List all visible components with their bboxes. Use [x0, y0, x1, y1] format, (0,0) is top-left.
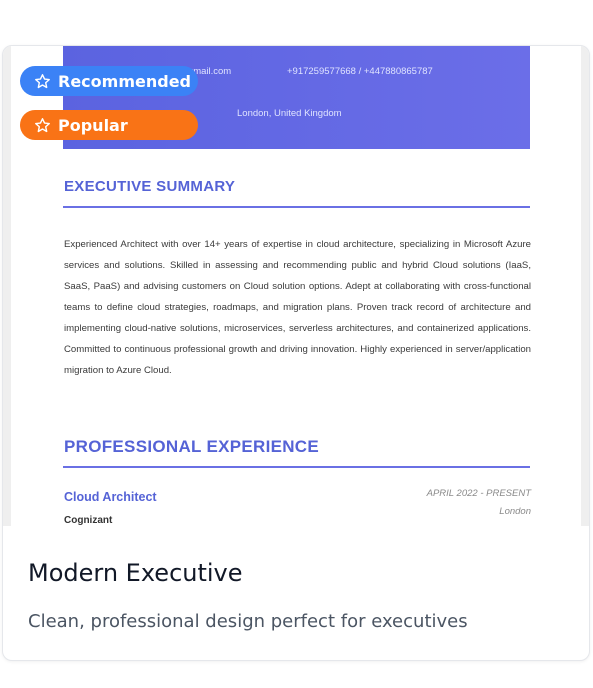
experience-divider — [63, 466, 530, 468]
resume-location: London, United Kingdom — [237, 108, 342, 119]
star-icon — [35, 73, 50, 88]
job-company: Cognizant — [64, 515, 113, 526]
summary-text: Experienced Architect with over 14+ year… — [64, 239, 531, 376]
job-title: Cloud Architect — [64, 490, 157, 504]
summary-heading: EXECUTIVE SUMMARY — [64, 178, 236, 195]
experience-heading: PROFESSIONAL EXPERIENCE — [64, 437, 320, 456]
popular-label: Popular — [58, 115, 128, 135]
resume-phone: +917259577668 / +447880865787 — [287, 66, 433, 77]
summary-divider — [63, 206, 530, 208]
star-icon — [35, 117, 50, 132]
job-date: APRIL 2022 - PRESENT — [426, 488, 531, 499]
template-title: Modern Executive — [28, 559, 243, 587]
recommended-badge: Recommended — [20, 66, 198, 96]
job-location: London — [499, 506, 531, 517]
popular-badge: Popular — [20, 110, 198, 140]
template-description: Clean, professional design perfect for e… — [28, 611, 468, 632]
recommended-label: Recommended — [58, 71, 191, 91]
